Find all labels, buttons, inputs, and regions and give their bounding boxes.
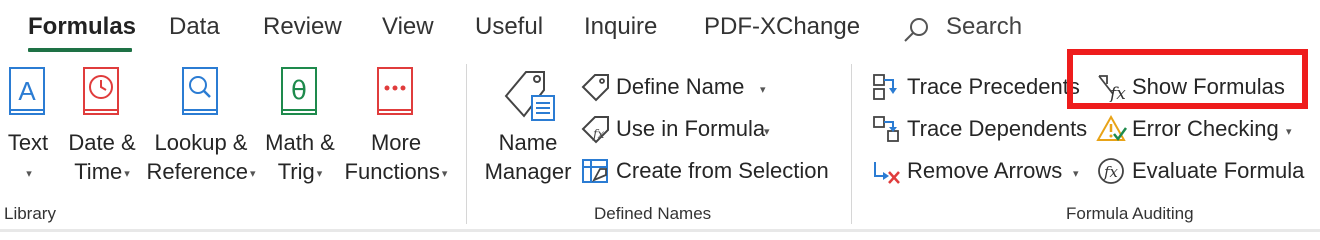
text-function-icon: A: [9, 67, 45, 115]
define-name-dropdown-caret[interactable]: ▾: [760, 83, 766, 96]
lookup-reference-functions-button[interactable]: Lookup & Reference ▾: [144, 56, 258, 196]
lookup-label-line2: Reference ▾: [146, 159, 256, 184]
active-tab-indicator: [28, 48, 132, 52]
text-label: Text: [7, 130, 49, 155]
math-trig-label-line1: Math &: [265, 130, 335, 155]
show-formulas-highlight-box: [1067, 49, 1308, 109]
error-checking-icon: [1096, 114, 1128, 142]
create-from-selection-button[interactable]: Create from Selection: [580, 154, 830, 188]
more-functions-label-line2: Functions ▾: [344, 159, 448, 184]
group-separator: [851, 64, 852, 224]
svg-text:A: A: [18, 76, 36, 106]
name-manager-label-line2: Manager: [484, 159, 572, 184]
clock-icon: [83, 67, 119, 115]
svg-text:θ: θ: [291, 76, 307, 106]
more-dots-icon: [377, 67, 413, 115]
defined-names-group-label: Defined Names: [594, 204, 712, 223]
error-checking-dropdown-caret[interactable]: ▾: [1286, 125, 1292, 138]
use-in-formula-label: Use in Formula: [616, 116, 766, 141]
text-dropdown-caret: ▾: [26, 167, 32, 180]
tag-fx-icon: fx: [581, 116, 609, 144]
math-trig-functions-button[interactable]: θ Math & Trig ▾: [262, 56, 338, 196]
trace-precedents-button[interactable]: Trace Precedents: [871, 70, 1080, 104]
more-functions-label-line1: More: [370, 130, 422, 155]
error-checking-label: Error Checking: [1132, 116, 1279, 141]
name-manager-tag-icon: [504, 71, 555, 121]
use-in-formula-button[interactable]: fx Use in Formula ▾: [580, 112, 780, 146]
lookup-label-line1: Lookup &: [154, 130, 248, 155]
theta-icon: θ: [281, 67, 317, 115]
trace-precedents-icon: [873, 74, 897, 100]
remove-arrows-dropdown-caret[interactable]: ▾: [1073, 167, 1079, 180]
trace-dependents-label: Trace Dependents: [907, 116, 1088, 141]
tag-icon: [581, 74, 609, 102]
name-manager-button[interactable]: Name Manager: [480, 56, 576, 196]
tab-useful[interactable]: Useful: [475, 13, 543, 41]
text-functions-button[interactable]: A Text ▾: [0, 56, 56, 196]
trace-dependents-icon: [873, 116, 899, 142]
use-in-formula-dropdown-caret[interactable]: ▾: [764, 125, 770, 138]
evaluate-formula-label: Evaluate Formula: [1132, 158, 1305, 183]
tab-inquire[interactable]: Inquire: [584, 13, 657, 41]
group-separator: [466, 64, 467, 224]
error-checking-button[interactable]: Error Checking ▾: [1096, 112, 1302, 146]
evaluate-formula-icon: fx: [1098, 158, 1124, 184]
evaluate-formula-button[interactable]: fx Evaluate Formula: [1096, 154, 1305, 188]
date-time-label-line1: Date &: [68, 130, 136, 155]
tab-view[interactable]: View: [382, 13, 434, 41]
create-from-selection-label: Create from Selection: [616, 158, 829, 183]
trace-precedents-label: Trace Precedents: [907, 74, 1080, 99]
define-name-label: Define Name: [616, 74, 745, 99]
tab-formulas[interactable]: Formulas: [28, 13, 136, 41]
tab-pdf-xchange[interactable]: PDF-XChange: [704, 13, 860, 41]
formula-auditing-group-label: Formula Auditing: [1066, 204, 1194, 223]
ribbon-tab-bar: Formulas Data Review View Useful Inquire…: [0, 0, 1320, 55]
search-icon: [904, 18, 928, 42]
library-group-label: Library: [4, 204, 56, 223]
remove-arrows-button[interactable]: Remove Arrows ▾: [871, 154, 1089, 188]
name-manager-label-line1: Name: [498, 130, 558, 155]
math-trig-label-line2: Trig ▾: [277, 159, 323, 184]
remove-arrows-label: Remove Arrows: [907, 158, 1063, 183]
tab-data[interactable]: Data: [169, 13, 220, 41]
svg-text:fx: fx: [1103, 163, 1119, 181]
lookup-magnifier-icon: [182, 67, 218, 115]
create-from-selection-icon: [582, 159, 608, 183]
trace-dependents-button[interactable]: Trace Dependents: [871, 112, 1088, 146]
date-time-functions-button[interactable]: Date & Time ▾: [64, 56, 140, 196]
tab-review[interactable]: Review: [263, 13, 342, 41]
date-time-label-line2: Time ▾: [74, 159, 130, 184]
more-functions-button[interactable]: More Functions ▾: [340, 56, 452, 196]
svg-text:fx: fx: [592, 127, 604, 141]
ribbon-bottom-border: [0, 229, 1320, 232]
define-name-button[interactable]: Define Name ▾: [580, 70, 776, 104]
remove-arrows-icon: [874, 162, 900, 184]
search-label: Search: [946, 13, 1023, 40]
